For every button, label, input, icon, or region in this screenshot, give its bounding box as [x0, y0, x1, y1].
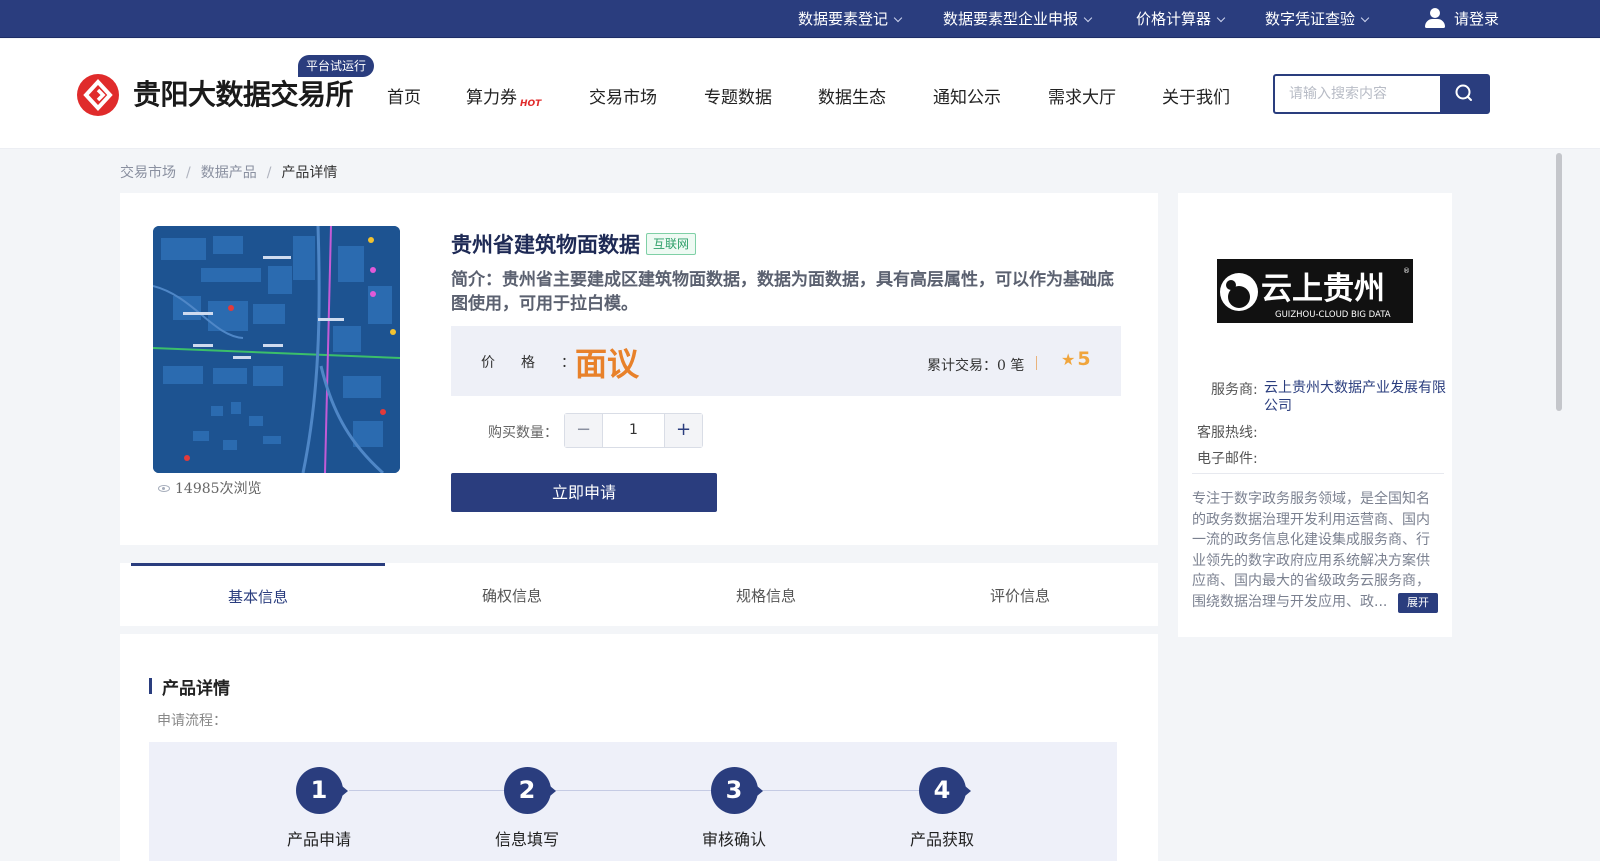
nav-demand-hall[interactable]: 需求大厅: [1048, 83, 1116, 108]
process-flow: 1 产品申请 2 信息填写 3 审核确认 4 产品获取: [149, 742, 1117, 861]
nav-topic-data[interactable]: 专题数据: [704, 83, 772, 108]
chevron-down-icon: [1083, 13, 1093, 23]
provider-logo: 云上贵州 ® GUIZHOU-CLOUD BIG DATA: [1217, 259, 1413, 323]
product-description: 简介：贵州省主要建成区建筑物面数据，数据为面数据，具有高层属性，可以作为基础底图…: [451, 270, 1114, 314]
tab-spec-info[interactable]: 规格信息: [639, 563, 893, 626]
expand-button[interactable]: 展开: [1398, 593, 1438, 613]
login-link[interactable]: 请登录: [1424, 0, 1499, 38]
svg-text:®: ®: [1403, 267, 1410, 275]
svg-text:GUIZHOU-CLOUD BIG DATA: GUIZHOU-CLOUD BIG DATA: [1275, 310, 1391, 320]
logo-icon[interactable]: [77, 74, 119, 116]
search-icon: [1455, 84, 1472, 101]
scrollbar-thumb[interactable]: [1556, 153, 1562, 411]
trial-badge: 平台试运行: [298, 55, 375, 77]
decrement-button[interactable]: −: [565, 414, 603, 447]
process-subtitle: 申请流程：: [157, 713, 227, 729]
top-utility-bar: 数据要素登记 数据要素型企业申报 价格计算器 数字凭证查验 请登录: [0, 0, 1600, 38]
nav-home[interactable]: 首页: [387, 83, 421, 108]
service-provider-label: 服务商:: [1211, 382, 1258, 398]
nav-notices[interactable]: 通知公示: [933, 83, 1001, 108]
nav-compute-voucher[interactable]: 算力券 HOT: [466, 83, 542, 109]
process-step: 2 信息填写: [467, 767, 587, 850]
apply-button[interactable]: 立即申请: [451, 473, 717, 512]
breadcrumb-products[interactable]: 数据产品: [201, 165, 257, 181]
nav-ecosystem[interactable]: 数据生态: [818, 83, 886, 108]
svg-text:云上贵州: 云上贵州: [1261, 271, 1385, 307]
process-step: 4 产品获取: [882, 767, 1002, 850]
breadcrumb-market[interactable]: 交易市场: [120, 165, 176, 181]
eye-icon: [158, 485, 170, 492]
divider: [1036, 356, 1037, 370]
price-box: 价格： 面议 累计交易：0 笔 ★ 5: [451, 326, 1121, 396]
chevron-down-icon: [1360, 13, 1370, 23]
provider-card: 云上贵州 ® GUIZHOU-CLOUD BIG DATA 服务商: 云上贵州大…: [1178, 193, 1452, 637]
price-value: 面议: [575, 345, 640, 383]
user-icon: [1424, 7, 1446, 29]
search-box: [1273, 74, 1490, 114]
service-provider-name[interactable]: 云上贵州大数据产业发展有限 公司: [1264, 379, 1446, 415]
hot-icon: HOT: [520, 99, 542, 109]
tab-basic-info[interactable]: 基本信息: [131, 563, 385, 626]
nav-market[interactable]: 交易市场: [589, 83, 657, 108]
tab-rights-info[interactable]: 确权信息: [385, 563, 639, 626]
detail-tabs: 基本信息 确权信息 规格信息 评价信息: [120, 563, 1158, 626]
product-card: 14985次浏览 贵州省建筑物面数据 互联网 简介：贵州省主要建成区建筑物面数据，…: [120, 193, 1158, 545]
product-map-thumbnail: [153, 226, 400, 473]
search-button[interactable]: [1440, 76, 1488, 112]
rating: ★ 5: [1061, 348, 1091, 370]
site-header: 贵阳大数据交易所 平台试运行 首页 算力券 HOT 交易市场 专题数据 数据生态 …: [0, 39, 1600, 149]
process-step: 3 审核确认: [674, 767, 794, 850]
quantity-stepper: − 1 +: [564, 413, 703, 448]
topbar-enterprise-declaration[interactable]: 数据要素型企业申报: [943, 0, 1093, 38]
tab-review-info[interactable]: 评价信息: [893, 563, 1147, 626]
breadcrumb: 交易市场 / 数据产品 / 产品详情: [120, 165, 338, 181]
trade-count: 累计交易：0 笔: [927, 358, 1025, 374]
product-details-section: 产品详情 申请流程： 1 产品申请 2 信息填写 3 审核确认 4 产品获取: [120, 634, 1158, 861]
star-icon: ★: [1061, 350, 1076, 369]
divider: [1192, 473, 1444, 474]
quantity-input[interactable]: 1: [603, 414, 664, 447]
breadcrumb-current: 产品详情: [281, 165, 338, 181]
increment-button[interactable]: +: [664, 414, 702, 447]
flow-line: [349, 790, 949, 791]
chevron-down-icon: [1216, 13, 1226, 23]
topbar-price-calculator[interactable]: 价格计算器: [1136, 0, 1226, 38]
process-step: 1 产品申请: [259, 767, 379, 850]
nav-about[interactable]: 关于我们: [1162, 83, 1230, 108]
section-title: 产品详情: [149, 674, 230, 699]
chevron-down-icon: [893, 13, 903, 23]
view-count: 14985次浏览: [158, 478, 262, 498]
product-title: 贵州省建筑物面数据 互联网: [451, 229, 697, 259]
hotline-label: 客服热线:: [1197, 425, 1258, 441]
site-name[interactable]: 贵阳大数据交易所: [133, 73, 354, 113]
email-label: 电子邮件:: [1197, 451, 1258, 467]
quantity-label: 购买数量：: [488, 425, 558, 441]
category-tag: 互联网: [646, 233, 697, 255]
topbar-data-registration[interactable]: 数据要素登记: [798, 0, 903, 38]
search-input[interactable]: [1275, 76, 1441, 112]
topbar-certificate-check[interactable]: 数字凭证查验: [1265, 0, 1370, 38]
